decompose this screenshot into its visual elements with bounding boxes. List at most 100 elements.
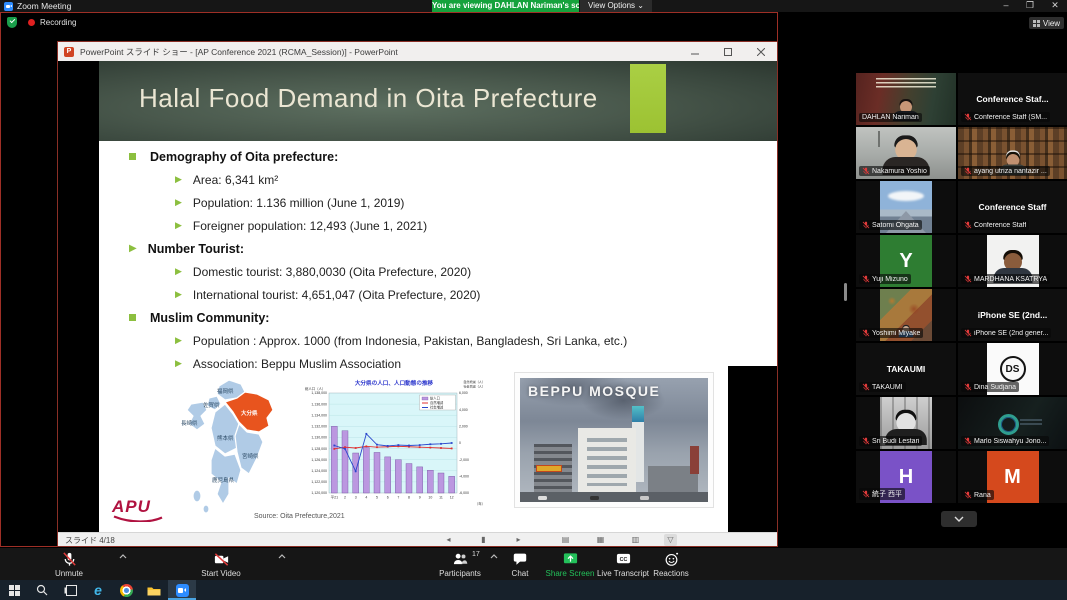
map-label: 宮崎県 [242, 452, 259, 460]
participant-name: Rana [974, 492, 991, 499]
close-button[interactable]: ✕ [1044, 0, 1066, 12]
powerpoint-icon: P [64, 47, 74, 57]
security-shield-icon[interactable] [7, 17, 17, 28]
powerpoint-titlebar[interactable]: P PowerPoint スライド ショー - [AP Conference 2… [58, 42, 777, 61]
participant-name: Conference Staff (SM... [974, 114, 1047, 121]
svg-text:9: 9 [419, 496, 421, 500]
muted-mic-icon [862, 437, 870, 445]
participant-tile[interactable]: Yoshimi Miyake [856, 289, 956, 341]
start-button[interactable] [0, 580, 28, 600]
svg-text:社会増減（人）: 社会増減（人） [463, 384, 485, 389]
search-button[interactable] [28, 580, 56, 600]
participant-tile[interactable]: MARDHANA KSATRYA [958, 235, 1067, 287]
participant-name: 統子 西平 [872, 489, 902, 499]
svg-text:7: 7 [397, 496, 399, 500]
car [590, 496, 599, 500]
ppt-status-bar: スライド 4/18 ◂ ▮ ▸ ▤ ▦ ▥ ▽ [58, 532, 777, 546]
mosque-caption: BEPPU MOSQUE [528, 383, 660, 399]
prev-slide-icon[interactable]: ◂ [442, 534, 455, 546]
black-panel [728, 366, 777, 532]
participant-tile[interactable]: Marlo Siswahyu Jono... [958, 397, 1067, 449]
ie-icon: e [94, 583, 102, 597]
participant-tile[interactable]: Sri Budi Lestari [856, 397, 956, 449]
mic-options-caret[interactable] [119, 554, 127, 559]
participant-name-label: Dina Sudjana [961, 382, 1019, 392]
participant-tile[interactable]: DSDina Sudjana [958, 343, 1067, 395]
participant-tile[interactable]: TAKAUMITAKAUMI [856, 343, 956, 395]
participant-name-label: Rana [961, 490, 994, 500]
chrome-button[interactable] [112, 580, 140, 600]
participant-name-label: Satomi Ohgata [859, 220, 922, 230]
more-participants-button[interactable] [941, 511, 977, 527]
internet-explorer-button[interactable]: e [84, 580, 112, 600]
file-explorer-button[interactable] [140, 580, 168, 600]
participant-tile[interactable]: iPhone SE (2nd...iPhone SE (2nd gener... [958, 289, 1067, 341]
svg-text:3: 3 [355, 496, 357, 500]
task-view-button[interactable] [56, 580, 84, 600]
slide-sub-bullet: ▶Foreigner population: 12,493 (June 1, 2… [99, 214, 739, 237]
reading-view-icon[interactable]: ▥ [629, 534, 642, 546]
windows-logo-icon [9, 585, 20, 596]
participant-tile[interactable]: ayang utriza nantazir ... [958, 127, 1067, 179]
participant-tile[interactable]: H統子 西平 [856, 451, 956, 503]
participant-monogram: DS [1000, 356, 1026, 382]
share-screen-button[interactable]: Share Screen [540, 549, 600, 579]
participants-caret[interactable] [490, 554, 498, 559]
gallery-scrollbar[interactable] [844, 283, 847, 301]
beppu-mosque-photo: BEPPU MOSQUE [515, 373, 713, 507]
participant-name-label: MARDHANA KSATRYA [961, 274, 1050, 284]
ppt-maximize-button[interactable] [711, 42, 744, 61]
participant-name: Conference Staff [974, 222, 1026, 229]
participant-tile[interactable]: Conference Staf... Conference Staff (SM..… [958, 73, 1067, 125]
maximize-button[interactable]: ❐ [1019, 0, 1041, 12]
zoom-toolbar: Unmute Start Video 17 Participants Chat … [0, 548, 1067, 580]
muted-mic-icon [964, 329, 972, 337]
participant-tile[interactable]: Nakamura Yoshio [856, 127, 956, 179]
slide-sub-bullet: ▶Association: Beppu Muslim Association [99, 352, 739, 375]
svg-text:1,120,000: 1,120,000 [311, 491, 327, 495]
powerpoint-window: P PowerPoint スライド ショー - [AP Conference 2… [57, 41, 778, 547]
svg-text:自然増減（人）: 自然増減（人） [463, 379, 485, 384]
unmute-button[interactable]: Unmute [40, 549, 98, 579]
participant-tile[interactable]: Conference StaffConference Staff [958, 181, 1067, 233]
slide-title: Halal Food Demand in Oita Prefecture [139, 83, 598, 114]
zoom-app-icon [4, 2, 13, 11]
muted-mic-icon [862, 490, 870, 498]
ppt-minimize-button[interactable] [678, 42, 711, 61]
ppt-close-button[interactable] [744, 42, 777, 61]
participants-count-badge: 17 [472, 551, 480, 558]
minimize-button[interactable]: – [995, 0, 1017, 12]
slide-bullet: ▶Number Tourist: [99, 237, 739, 260]
participant-tile[interactable]: YYuji Mizuno [856, 235, 956, 287]
start-video-button[interactable]: Start Video [190, 549, 252, 579]
participant-name: DAHLAN Nariman [862, 114, 919, 121]
participant-tile[interactable]: DAHLAN Nariman [856, 73, 956, 125]
participant-name-label: Sri Budi Lestari [859, 436, 922, 446]
view-options-button[interactable]: View Options ⌄ [580, 0, 652, 12]
participant-name: TAKAUMI [872, 384, 903, 391]
chat-button[interactable]: Chat [500, 549, 540, 579]
reactions-button[interactable]: Reactions [648, 549, 694, 579]
next-slide-icon[interactable]: ▸ [512, 534, 525, 546]
powerpoint-window-title: PowerPoint スライド ショー - [AP Conference 202… [80, 46, 398, 58]
recording-dot-icon [28, 19, 35, 26]
gallery-view-button[interactable]: View [1029, 17, 1064, 29]
participant-tile[interactable]: Satomi Ohgata [856, 181, 956, 233]
participants-button[interactable]: 17 Participants [432, 549, 488, 579]
pen-tool-icon[interactable]: ▮ [477, 534, 490, 546]
svg-text:自然増減: 自然増減 [430, 400, 444, 405]
slideshow-view-icon[interactable]: ▽ [664, 534, 677, 546]
slide-sorter-icon[interactable]: ▦ [594, 534, 607, 546]
population-chart: 大分県の人口、人口動態の推移総人口（人）自然増減（人）社会増減（人）1,120,… [301, 377, 487, 519]
video-options-caret[interactable] [278, 554, 286, 559]
muted-mic-icon [862, 221, 870, 229]
participant-tile[interactable]: MRana [958, 451, 1067, 503]
zoom-taskbar-button[interactable] [168, 580, 196, 600]
participant-name: Nakamura Yoshio [872, 168, 927, 175]
participant-name: MARDHANA KSATRYA [974, 276, 1047, 283]
normal-view-icon[interactable]: ▤ [559, 534, 572, 546]
muted-mic-icon [862, 329, 870, 337]
participant-display-name: Conference Staf... [976, 94, 1048, 104]
live-transcript-button[interactable]: CC Live Transcript [592, 549, 654, 579]
participant-avatar: M [987, 451, 1039, 503]
